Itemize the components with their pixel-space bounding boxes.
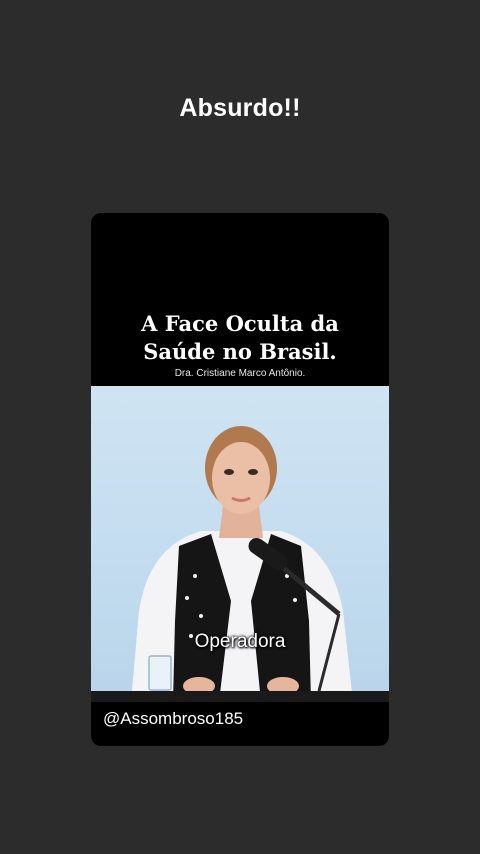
story-page: Absurdo!! A Face Oculta da Saúde no Bras…: [0, 0, 480, 854]
video-caption-overlay: Operadora: [194, 631, 286, 652]
desk-surface: [91, 691, 389, 702]
creator-watermark: @Assombroso185: [103, 709, 244, 728]
video-card[interactable]: A Face Oculta da Saúde no Brasil. Dra. C…: [91, 213, 389, 746]
video-title: A Face Oculta da Saúde no Brasil.: [91, 310, 389, 366]
video-title-line-2: Saúde no Brasil.: [143, 339, 337, 364]
video-subtitle: Dra. Cristiane Marco Antônio.: [174, 368, 306, 379]
presenter-illustration: [131, 426, 353, 702]
video-frame[interactable]: [91, 386, 389, 702]
story-caption: Absurdo!!: [179, 94, 301, 122]
video-title-line-1: A Face Oculta da: [141, 311, 339, 336]
